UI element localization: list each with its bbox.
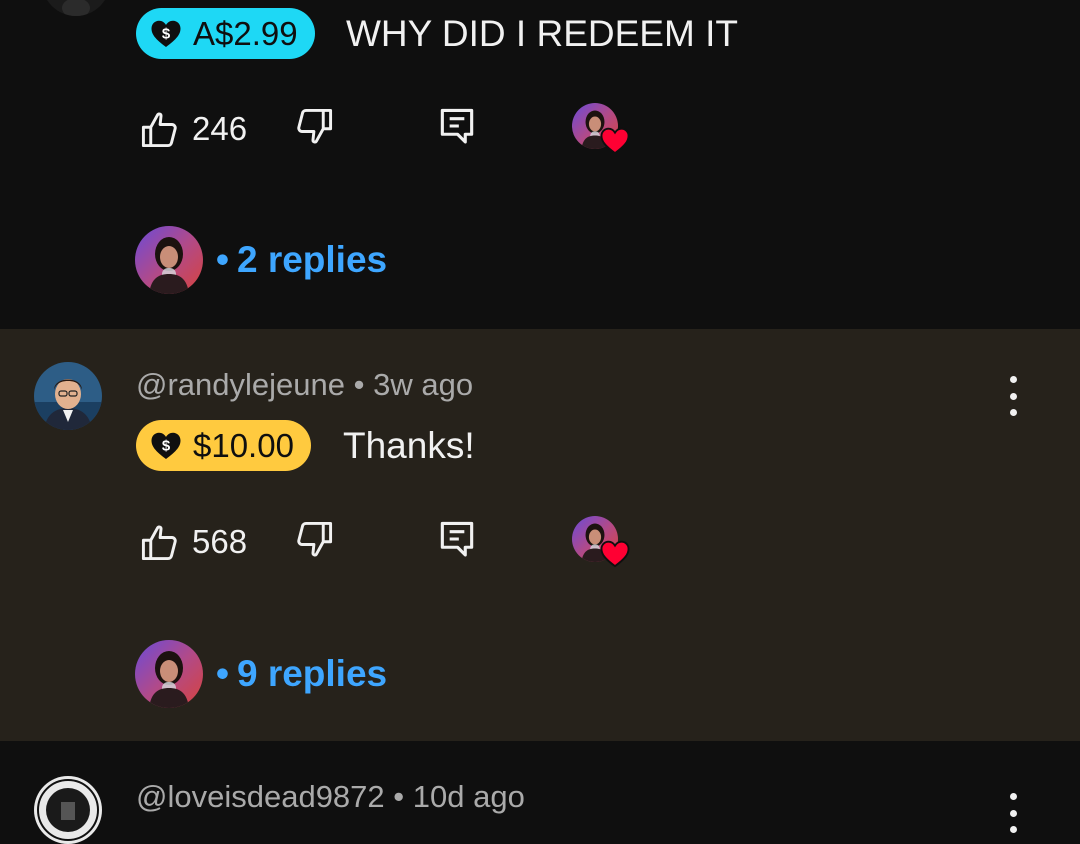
commenter-avatar[interactable] [34, 362, 102, 430]
thumbs-up-icon [137, 521, 181, 565]
commenter-handle[interactable]: @loveisdead9872 [136, 779, 385, 814]
heart-icon [600, 127, 630, 155]
reply-button[interactable] [435, 517, 479, 566]
reply-bullet: • [216, 239, 229, 280]
heart-icon [600, 540, 630, 568]
meta-separator: • [353, 367, 365, 402]
dollar-heart-icon [150, 19, 182, 49]
comment-text: Thanks! [343, 425, 475, 466]
commenter-avatar[interactable] [42, 0, 110, 16]
comment-time: 3w ago [373, 367, 474, 402]
creator-heart [572, 103, 632, 157]
reply-icon [435, 517, 479, 561]
like-button[interactable] [137, 108, 181, 157]
more-vert-icon[interactable] [1009, 376, 1017, 416]
comment-time: 10d ago [412, 779, 525, 814]
comment-thread: A$2.99 WHY DID I REDEEM IT 246 • 2 repli… [0, 0, 1080, 329]
reply-icon [435, 104, 479, 148]
superthanks-badge: A$2.99 [136, 8, 315, 59]
commenter-handle[interactable]: @randylejeune [136, 367, 345, 402]
creator-reply-avatar [135, 640, 203, 708]
superthanks-amount: $10.00 [193, 426, 294, 464]
comment-meta: @randylejeune • 3w ago [136, 367, 473, 403]
thumbs-down-icon [293, 104, 337, 148]
reply-bullet: • [216, 653, 229, 694]
view-replies-button[interactable]: • 9 replies [135, 640, 387, 708]
comment-thread: @loveisdead9872 • 10d ago [0, 741, 1080, 844]
thumbs-down-icon [293, 517, 337, 561]
thumbs-up-icon [137, 108, 181, 152]
reply-count: 9 replies [236, 653, 388, 694]
dollar-heart-icon [150, 431, 182, 461]
like-count: 568 [192, 523, 248, 560]
meta-separator: • [393, 779, 405, 814]
view-replies-button[interactable]: • 2 replies [135, 226, 387, 294]
reply-count: 2 replies [236, 239, 388, 280]
comment-meta: @loveisdead9872 • 10d ago [136, 779, 525, 815]
reply-button[interactable] [435, 104, 479, 153]
dislike-button[interactable] [293, 104, 337, 153]
superthanks-amount: A$2.99 [193, 14, 298, 52]
comment-thread-highlighted: @randylejeune • 3w ago $10.00 Thanks! 56… [0, 329, 1080, 741]
creator-reply-avatar [135, 226, 203, 294]
more-vert-icon[interactable] [1009, 793, 1017, 833]
creator-heart [572, 516, 632, 570]
comment-text: WHY DID I REDEEM IT [346, 13, 738, 54]
superthanks-badge: $10.00 [136, 420, 311, 471]
like-button[interactable] [137, 521, 181, 570]
like-count: 246 [192, 110, 248, 147]
commenter-avatar[interactable] [34, 776, 102, 844]
dislike-button[interactable] [293, 517, 337, 566]
